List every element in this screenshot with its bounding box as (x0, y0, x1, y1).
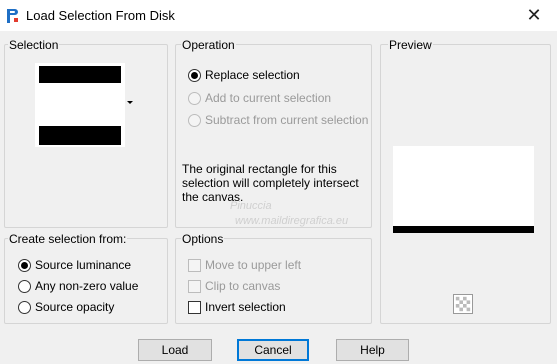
radio-indicator[interactable] (18, 300, 31, 314)
clip-to-canvas-checkbox[interactable]: Clip to canvas (188, 279, 280, 293)
invert-selection-checkbox[interactable]: Invert selection (188, 300, 286, 314)
any-non-zero-radio[interactable]: Any non-zero value (18, 279, 138, 293)
operation-group-label: Operation (181, 38, 236, 52)
replace-selection-label: Replace selection (205, 68, 300, 82)
cancel-button[interactable]: Cancel (237, 339, 309, 361)
load-button[interactable]: Load (138, 339, 212, 361)
watermark-line2: www.maildiregrafica.eu (235, 215, 349, 227)
watermark: Pinuccia www.maildiregrafica.eu (230, 200, 348, 227)
add-to-selection-label: Add to current selection (205, 91, 332, 105)
replace-selection-radio[interactable]: Replace selection (188, 68, 300, 82)
invert-selection-label: Invert selection (205, 300, 286, 314)
any-non-zero-label: Any non-zero value (35, 279, 139, 293)
subtract-from-selection-label: Subtract from current selection (205, 113, 369, 127)
create-from-group-label: Create selection from: (8, 232, 128, 246)
selection-thumb-bottom-band (39, 126, 121, 145)
clip-to-canvas-label: Clip to canvas (205, 279, 281, 293)
add-to-selection-radio[interactable]: Add to current selection (188, 91, 331, 105)
radio-indicator[interactable] (18, 279, 31, 293)
checkbox-indicator[interactable] (188, 279, 201, 293)
move-to-upper-left-label: Move to upper left (205, 258, 302, 272)
selection-thumb-top-band (39, 66, 121, 83)
watermark-line1: Pinuccia (230, 200, 272, 212)
source-opacity-label: Source opacity (35, 300, 115, 314)
selection-group-label: Selection (8, 38, 60, 52)
chevron-down-icon[interactable] (127, 101, 133, 104)
help-button[interactable]: Help (336, 339, 409, 361)
source-luminance-radio[interactable]: Source luminance (18, 258, 131, 272)
preview-selection-band (393, 226, 534, 233)
radio-indicator[interactable] (188, 68, 201, 82)
move-to-upper-left-checkbox[interactable]: Move to upper left (188, 258, 301, 272)
radio-indicator[interactable] (188, 91, 201, 105)
preview-image (393, 146, 534, 226)
title-bar: Load Selection From Disk ✕ (0, 0, 557, 31)
radio-indicator[interactable] (188, 113, 201, 127)
subtract-from-selection-radio[interactable]: Subtract from current selection (188, 113, 368, 127)
checkbox-indicator[interactable] (188, 258, 201, 272)
operation-info-text: The original rectangle for this selectio… (182, 162, 359, 204)
app-icon (7, 9, 18, 23)
preview-group-label: Preview (388, 38, 433, 52)
source-luminance-label: Source luminance (35, 258, 132, 272)
source-opacity-radio[interactable]: Source opacity (18, 300, 114, 314)
radio-indicator[interactable] (18, 258, 31, 272)
options-group-label: Options (181, 232, 225, 246)
window-title: Load Selection From Disk (26, 8, 175, 23)
selection-thumbnail[interactable] (35, 63, 125, 147)
transparency-checker-icon[interactable] (453, 294, 473, 314)
checkbox-indicator[interactable] (188, 300, 201, 314)
close-icon[interactable]: ✕ (511, 0, 557, 31)
